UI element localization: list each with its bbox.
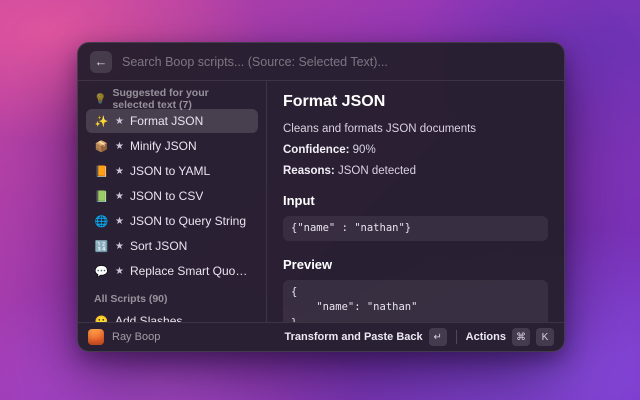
- detail-title: Format JSON: [283, 93, 548, 111]
- star-icon: ★: [115, 116, 124, 127]
- reasons-row: Reasons: JSON detected: [283, 165, 548, 177]
- json-to-yaml-icon: 📙: [94, 165, 109, 178]
- section-header-label: All Scripts (90): [94, 293, 168, 305]
- lightbulb-icon: 💡: [94, 94, 106, 105]
- confidence-value: 90%: [353, 144, 376, 156]
- star-icon: ★: [115, 191, 124, 202]
- app-name: Ray Boop: [112, 331, 160, 343]
- json-to-csv-icon: 📗: [94, 190, 109, 203]
- list-item-label: Minify JSON: [130, 139, 197, 153]
- footer-divider: [456, 330, 457, 344]
- list-item-json-to-yaml[interactable]: 📙 ★ JSON to YAML: [86, 159, 258, 183]
- reasons-label: Reasons:: [283, 165, 335, 177]
- detail-description: Cleans and formats JSON documents: [283, 123, 548, 135]
- action-bar: Ray Boop Transform and Paste Back ↵ Acti…: [78, 322, 564, 351]
- detail-panel: Format JSON Cleans and formats JSON docu…: [266, 81, 564, 322]
- section-header-suggested: 💡 Suggested for your selected text (7): [86, 89, 258, 109]
- input-section-title: Input: [283, 193, 548, 208]
- list-item-label: Sort JSON: [130, 239, 187, 253]
- raycast-window: ← 💡 Suggested for your selected text (7)…: [77, 42, 565, 352]
- script-list: 💡 Suggested for your selected text (7) ✨…: [78, 81, 266, 322]
- command-key-icon: ⌘: [512, 328, 530, 346]
- list-item-label: Replace Smart Quotes: [130, 264, 250, 278]
- list-item-label: JSON to YAML: [130, 164, 210, 178]
- list-item-label: Format JSON: [130, 114, 203, 128]
- back-arrow-icon: ←: [95, 54, 108, 69]
- list-item-label: JSON to Query String: [130, 214, 246, 228]
- star-icon: ★: [115, 241, 124, 252]
- list-item-json-to-csv[interactable]: 📗 ★ JSON to CSV: [86, 184, 258, 208]
- search-input[interactable]: [122, 55, 552, 69]
- star-icon: ★: [115, 266, 124, 277]
- preview-section-title: Preview: [283, 257, 548, 272]
- main-content: 💡 Suggested for your selected text (7) ✨…: [78, 81, 564, 322]
- preview-code-block: { "name": "nathan" }: [283, 280, 548, 322]
- list-item-replace-smart-quotes[interactable]: 💬 ★ Replace Smart Quotes: [86, 259, 258, 283]
- list-item-label: Add Slashes: [115, 314, 182, 322]
- add-slashes-icon: 🙂: [94, 315, 109, 323]
- enter-key-icon: ↵: [429, 328, 447, 346]
- list-item-add-slashes[interactable]: 🙂 Add Slashes: [86, 309, 258, 322]
- list-item-label: JSON to CSV: [130, 189, 203, 203]
- boop-app-icon: [88, 329, 104, 345]
- reasons-value: JSON detected: [338, 165, 416, 177]
- list-item-sort-json[interactable]: 🔢 ★ Sort JSON: [86, 234, 258, 258]
- search-bar: ←: [78, 43, 564, 81]
- actions-menu-button[interactable]: Actions: [466, 331, 506, 343]
- star-icon: ★: [115, 216, 124, 227]
- footer-actions: Transform and Paste Back ↵ Actions ⌘ K: [284, 328, 554, 346]
- confidence-label: Confidence:: [283, 144, 349, 156]
- speech-bubble-icon: 💬: [94, 265, 109, 278]
- format-json-icon: ✨: [94, 115, 109, 128]
- primary-action-button[interactable]: Transform and Paste Back: [284, 331, 422, 343]
- globe-icon: 🌐: [94, 215, 109, 228]
- section-header-label: Suggested for your selected text (7): [112, 87, 250, 111]
- confidence-row: Confidence: 90%: [283, 144, 548, 156]
- star-icon: ★: [115, 141, 124, 152]
- sort-json-icon: 🔢: [94, 240, 109, 253]
- input-code-block: {"name" : "nathan"}: [283, 216, 548, 241]
- k-key-icon: K: [536, 328, 554, 346]
- section-header-all-scripts: All Scripts (90): [86, 289, 258, 309]
- list-item-json-to-query-string[interactable]: 🌐 ★ JSON to Query String: [86, 209, 258, 233]
- star-icon: ★: [115, 166, 124, 177]
- list-item-minify-json[interactable]: 📦 ★ Minify JSON: [86, 134, 258, 158]
- back-button[interactable]: ←: [90, 51, 112, 73]
- list-item-format-json[interactable]: ✨ ★ Format JSON: [86, 109, 258, 133]
- minify-json-icon: 📦: [94, 140, 109, 153]
